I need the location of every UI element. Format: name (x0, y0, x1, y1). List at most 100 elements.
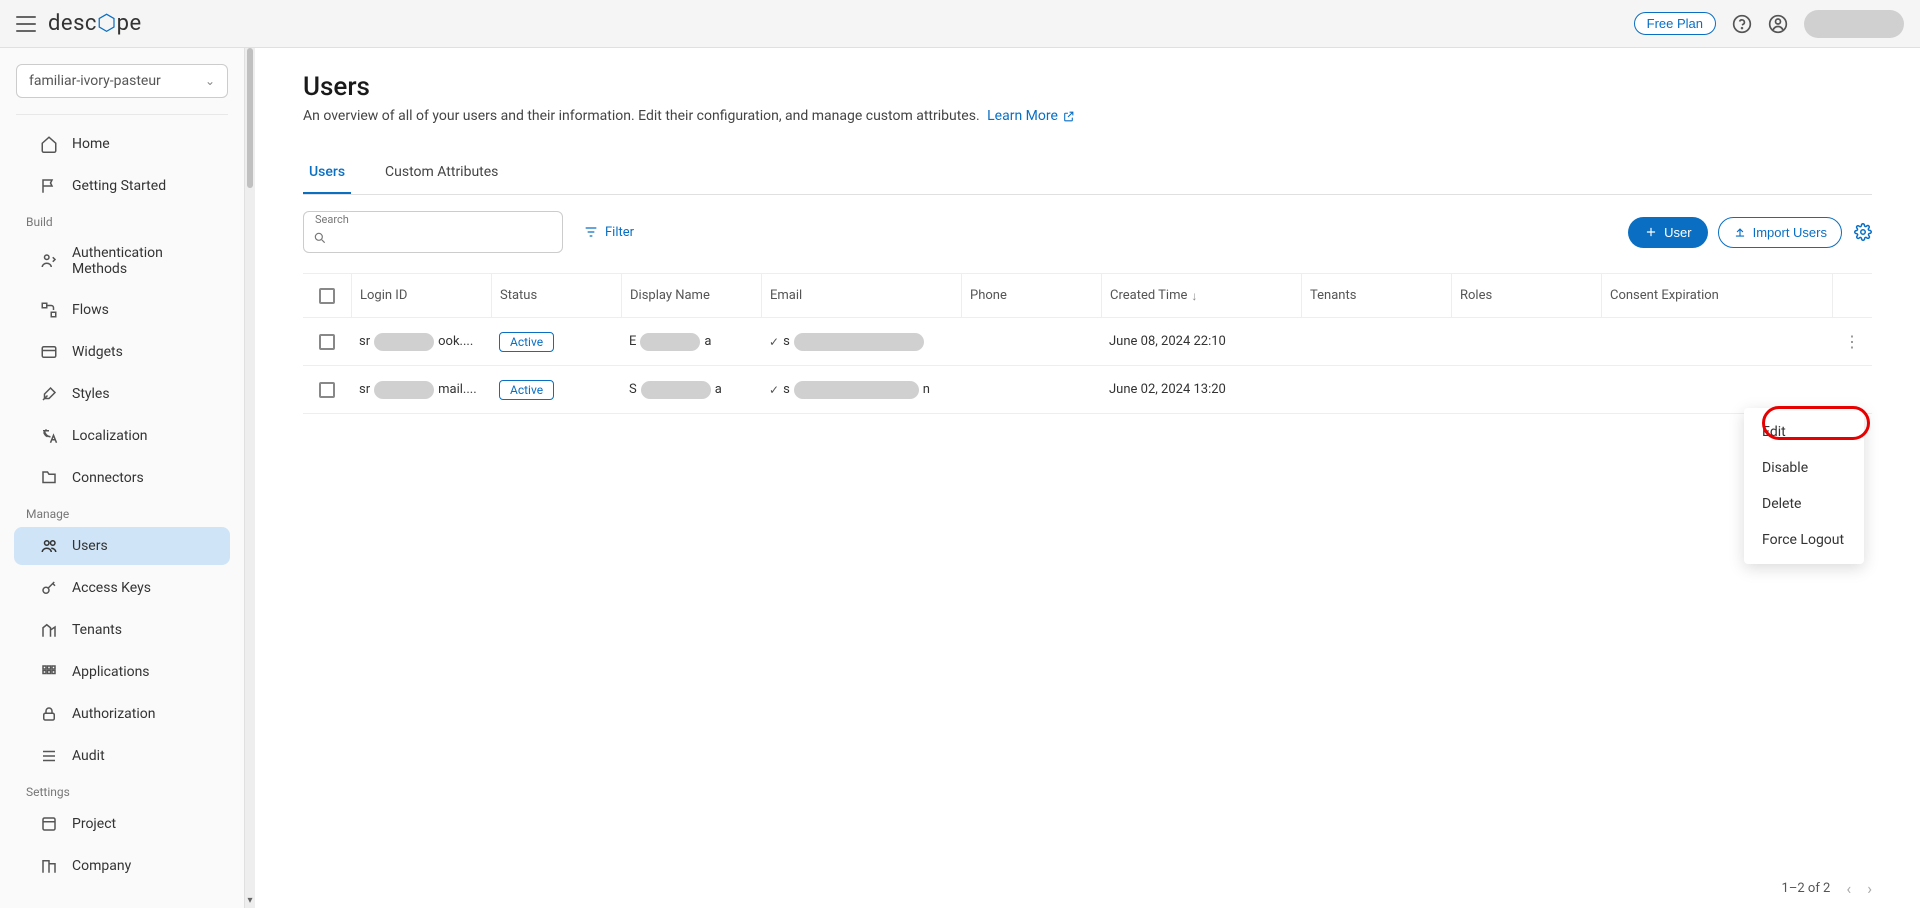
logo-part: pe (117, 11, 142, 36)
filter-label: Filter (605, 225, 634, 240)
select-all-checkbox[interactable] (319, 288, 335, 304)
th-roles[interactable]: Roles (1451, 274, 1601, 317)
search-icon (313, 231, 327, 245)
table-row[interactable]: srmail.... Active Sa ✓sn June 02, 2024 1… (303, 366, 1872, 414)
next-page-button[interactable]: › (1867, 879, 1872, 898)
tenants-icon (40, 621, 58, 639)
sidebar-item-applications[interactable]: Applications (14, 653, 230, 691)
key-icon (40, 579, 58, 597)
sidebar-item-getting-started[interactable]: Getting Started (14, 167, 230, 205)
user-avatar[interactable] (1804, 10, 1904, 38)
flag-icon (40, 177, 58, 195)
scrollbar-thumb[interactable] (247, 48, 253, 188)
help-icon[interactable] (1732, 14, 1752, 34)
row-checkbox[interactable] (319, 382, 335, 398)
users-table: Login ID Status Display Name Email Phone… (303, 273, 1872, 414)
th-display-name[interactable]: Display Name (621, 274, 761, 317)
apps-icon (40, 663, 58, 681)
sidebar-item-label: Localization (72, 428, 148, 444)
logo-part: sc (73, 11, 97, 36)
context-disable[interactable]: Disable (1744, 450, 1864, 486)
th-email[interactable]: Email (761, 274, 961, 317)
th-created-time[interactable]: Created Time ↓ (1101, 274, 1301, 317)
lock-icon (40, 705, 58, 723)
sidebar-item-styles[interactable]: Styles (14, 375, 230, 413)
sidebar-heading-settings: Settings (0, 777, 244, 803)
row-context-menu: Edit Disable Delete Force Logout (1744, 408, 1864, 564)
cell-display-name: Ea (621, 333, 761, 351)
search-wrapper: Search (303, 211, 563, 253)
logo-accent: ⬡ (97, 11, 117, 36)
th-phone[interactable]: Phone (961, 274, 1101, 317)
add-user-label: User (1664, 225, 1691, 240)
sidebar-item-home[interactable]: Home (14, 125, 230, 163)
table-header: Login ID Status Display Name Email Phone… (303, 274, 1872, 318)
import-users-button[interactable]: Import Users (1718, 217, 1842, 248)
cell-created: June 08, 2024 22:10 (1101, 334, 1301, 349)
filter-button[interactable]: Filter (583, 224, 634, 240)
flows-icon (40, 301, 58, 319)
sidebar-heading-build: Build (0, 207, 244, 233)
header-left: desc⬡pe (16, 11, 142, 36)
connectors-icon (40, 469, 58, 487)
table-settings-button[interactable] (1854, 223, 1872, 241)
context-edit[interactable]: Edit (1744, 414, 1864, 450)
th-checkbox (303, 274, 351, 317)
th-status[interactable]: Status (491, 274, 621, 317)
table-row[interactable]: srook.... Active Ea ✓s June 08, 2024 22:… (303, 318, 1872, 366)
cell-email: ✓sn (761, 381, 961, 399)
th-created-time-label: Created Time (1110, 288, 1187, 303)
th-consent-expiration[interactable]: Consent Expiration (1601, 274, 1832, 317)
sidebar-item-label: Widgets (72, 344, 123, 360)
sidebar-item-company[interactable]: Company (14, 847, 230, 885)
sidebar-item-flows[interactable]: Flows (14, 291, 230, 329)
sidebar-item-label: Authorization (72, 706, 155, 722)
widgets-icon (40, 343, 58, 361)
logo-part: de (48, 11, 73, 36)
context-delete[interactable]: Delete (1744, 486, 1864, 522)
prev-page-button[interactable]: ‹ (1846, 879, 1851, 898)
th-login-id[interactable]: Login ID (351, 274, 491, 317)
context-force-logout[interactable]: Force Logout (1744, 522, 1864, 558)
row-checkbox[interactable] (319, 334, 335, 350)
tab-users[interactable]: Users (303, 152, 351, 194)
main-content: Users An overview of all of your users a… (255, 48, 1920, 908)
search-label: Search (315, 213, 349, 226)
sidebar-item-authorization[interactable]: Authorization (14, 695, 230, 733)
tab-custom-attributes[interactable]: Custom Attributes (379, 152, 504, 194)
app-logo: desc⬡pe (48, 11, 142, 36)
sidebar-item-localization[interactable]: Localization (14, 417, 230, 455)
sidebar-item-access-keys[interactable]: Access Keys (14, 569, 230, 607)
sidebar-scrollbar[interactable]: ▾ (245, 48, 255, 908)
row-menu-button[interactable]: ⋮ (1840, 332, 1864, 351)
sidebar-item-label: Users (72, 538, 108, 554)
th-tenants[interactable]: Tenants (1301, 274, 1451, 317)
free-plan-button[interactable]: Free Plan (1634, 12, 1716, 35)
project-selector[interactable]: familiar-ivory-pasteur ⌄ (16, 64, 228, 98)
sidebar-item-audit[interactable]: Audit (14, 737, 230, 775)
cell-email: ✓s (761, 333, 961, 351)
sidebar-item-tenants[interactable]: Tenants (14, 611, 230, 649)
sidebar-item-label: Company (72, 858, 131, 874)
redacted (641, 381, 711, 399)
redacted (374, 333, 434, 351)
sort-desc-icon: ↓ (1191, 289, 1197, 303)
sidebar-item-label: Authentication Methods (72, 245, 204, 277)
learn-more-link[interactable]: Learn More (987, 108, 1075, 124)
toolbar: Search Filter User Import Users (303, 211, 1872, 253)
hamburger-icon[interactable] (16, 16, 36, 32)
sidebar-item-connectors[interactable]: Connectors (14, 459, 230, 497)
sidebar-item-project[interactable]: Project (14, 805, 230, 843)
sidebar-item-widgets[interactable]: Widgets (14, 333, 230, 371)
sidebar-item-auth-methods[interactable]: Authentication Methods (14, 235, 230, 287)
scroll-down-icon[interactable]: ▾ (245, 894, 255, 906)
external-link-icon (1062, 110, 1075, 123)
redacted (794, 333, 924, 351)
redacted (640, 333, 700, 351)
company-icon (40, 857, 58, 875)
sidebar-item-users[interactable]: Users (14, 527, 230, 565)
account-icon[interactable] (1768, 14, 1788, 34)
learn-more-text: Learn More (987, 108, 1058, 124)
add-user-button[interactable]: User (1628, 217, 1707, 248)
project-icon (40, 815, 58, 833)
